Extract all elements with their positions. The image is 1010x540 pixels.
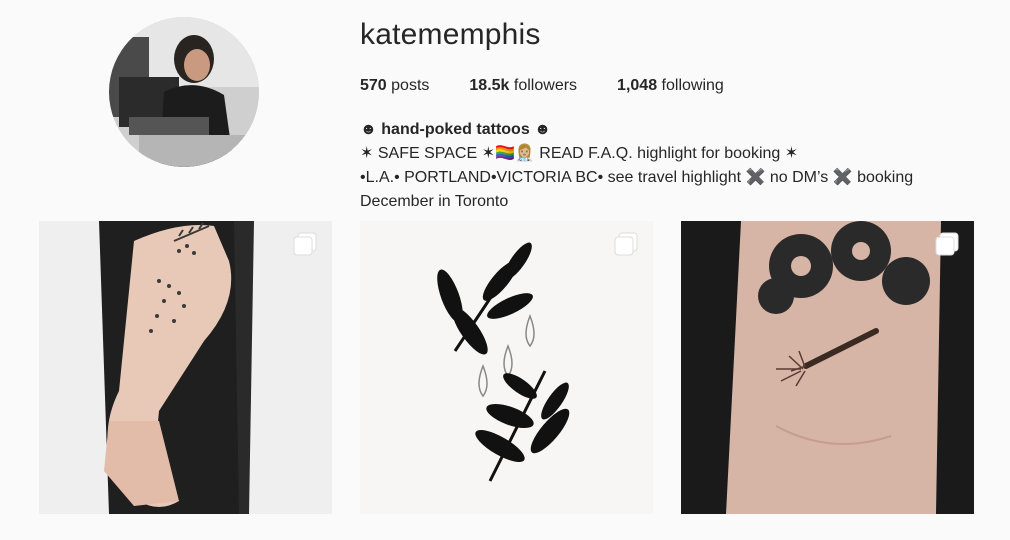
bio-line-2: •L.A.• PORTLAND•VICTORIA BC• see travel … bbox=[360, 169, 914, 186]
following-label: following bbox=[661, 77, 724, 94]
posts-label: posts bbox=[391, 77, 430, 94]
carousel-icon bbox=[935, 232, 959, 256]
posts-count: 570 bbox=[360, 77, 387, 94]
followers-stat[interactable]: 18.5k followers bbox=[469, 77, 577, 95]
post-image-3 bbox=[681, 221, 974, 514]
bio-line-3: December in Toronto bbox=[360, 193, 509, 210]
post-image-1 bbox=[39, 221, 332, 514]
profile-avatar[interactable] bbox=[109, 17, 259, 167]
profile-stats: 570 posts 18.5k followers 1,048 followin… bbox=[360, 77, 764, 95]
bio-line-1: ✶ SAFE SPACE ✶🏳️‍🌈👩🏼‍⚕️ READ F.A.Q. high… bbox=[360, 145, 799, 162]
profile-username: katememphis bbox=[360, 18, 541, 51]
following-count: 1,048 bbox=[617, 77, 658, 94]
posts-grid bbox=[39, 221, 974, 514]
following-stat[interactable]: 1,048 following bbox=[617, 77, 724, 95]
carousel-icon bbox=[293, 232, 317, 256]
profile-bio: ☻ hand-poked tattoos ☻ ✶ SAFE SPACE ✶🏳️‍… bbox=[360, 118, 960, 214]
bio-name: ☻ hand-poked tattoos ☻ bbox=[360, 121, 551, 138]
followers-label: followers bbox=[513, 77, 578, 94]
posts-stat: 570 posts bbox=[360, 77, 429, 95]
followers-count: 18.5k bbox=[469, 77, 510, 94]
avatar-photo bbox=[109, 17, 259, 167]
post-tile-2[interactable] bbox=[360, 221, 653, 514]
post-tile-1[interactable] bbox=[39, 221, 332, 514]
carousel-icon bbox=[614, 232, 638, 256]
post-image-2 bbox=[360, 221, 653, 514]
post-tile-3[interactable] bbox=[681, 221, 974, 514]
